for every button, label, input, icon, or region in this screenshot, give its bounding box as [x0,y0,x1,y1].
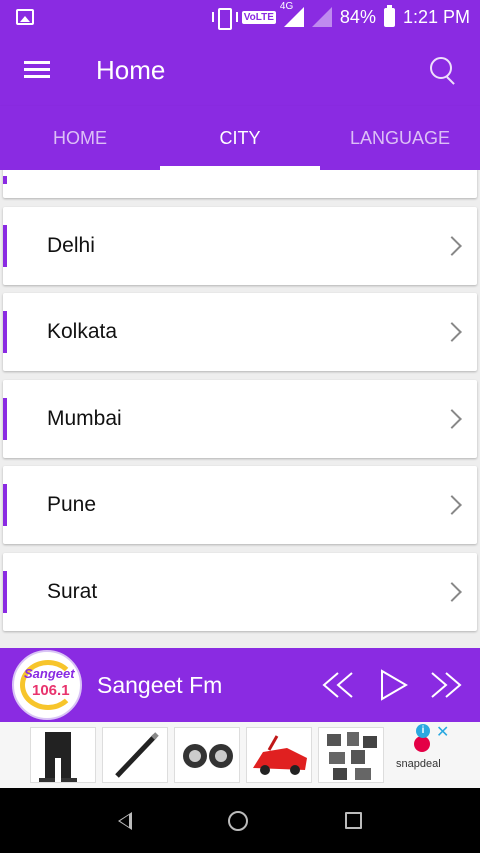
list-item-accent [3,176,7,184]
network-type: 4G [279,1,294,12]
rewind-icon[interactable] [318,669,358,701]
tab-home[interactable]: HOME [0,106,160,170]
list-item-accent [3,311,7,353]
station-logo: Sangeet 106.1 [12,650,82,720]
status-left [16,9,212,25]
signal-secondary-icon [311,7,332,27]
menu-icon[interactable] [24,61,50,79]
search-icon[interactable] [428,55,458,85]
list-item-accent [3,398,7,440]
list-item-label: Delhi [47,234,95,257]
gallery-icon [16,9,34,25]
tab-city[interactable]: CITY [160,106,320,170]
list-item-surat[interactable]: Surat [3,553,477,631]
list-item-label: Pune [47,493,97,516]
play-icon[interactable] [372,669,412,701]
list-item-label: Surat [47,580,98,603]
ad-product-image[interactable] [318,727,384,783]
station-name: Sangeet Fm [97,671,223,698]
ad-info-icon[interactable]: i [416,724,430,738]
list-item-partial[interactable] [3,170,477,198]
list-item-delhi[interactable]: Delhi [3,207,477,285]
recent-apps-icon[interactable] [344,812,362,829]
list-item-label: Kolkata [47,320,118,343]
chevron-right-icon [442,236,462,256]
list-item-accent [3,484,7,526]
chevron-right-icon [442,495,462,515]
clock: 1:21 PM [402,6,470,27]
ad-brand-name: snapdeal [396,758,441,770]
status-bar: VoLTE 4G 84% 1:21 PM [0,0,480,34]
list-item-accent [3,225,7,267]
chevron-right-icon [442,582,462,602]
battery-percentage: 84% [339,6,376,27]
list-item-pune[interactable]: Pune [3,466,477,544]
list-item-mumbai[interactable]: Mumbai [3,380,477,458]
fast-forward-icon[interactable] [426,669,466,701]
list-item-accent [3,571,7,613]
list-item-label: Mumbai [47,407,122,430]
ad-banner[interactable]: snapdeal i ✕ [0,722,480,788]
chevron-right-icon [442,409,462,429]
logo-text: Sangeet [24,666,75,681]
app-bar: Home [0,34,480,106]
ad-product-image[interactable] [102,727,168,783]
chevron-right-icon [442,322,462,342]
mini-player[interactable]: Sangeet 106.1 Sangeet Fm [0,648,480,722]
battery-icon [383,4,395,27]
tab-language[interactable]: LANGUAGE [320,106,480,170]
list-item-kolkata[interactable]: Kolkata [3,293,477,371]
logo-frequency: 106.1 [32,682,70,699]
status-right: VoLTE 4G 84% 1:21 PM [211,1,470,30]
signal-icon: 4G [280,1,304,27]
back-icon[interactable] [118,811,133,830]
home-icon[interactable] [228,810,249,831]
vibrate-icon [211,8,238,30]
tab-bar: HOME CITY LANGUAGE [0,106,480,170]
ad-close-icon[interactable]: ✕ [436,722,449,742]
ad-product-image[interactable] [30,727,96,783]
system-nav-bar [0,788,480,853]
city-list[interactable]: Delhi Kolkata Mumbai Pune Surat [0,170,480,648]
page-title: Home [96,54,166,85]
snapdeal-logo-icon [414,736,430,752]
ad-product-image[interactable] [174,727,240,783]
volte-badge: VoLTE [241,10,276,24]
ad-product-image[interactable] [246,727,312,783]
